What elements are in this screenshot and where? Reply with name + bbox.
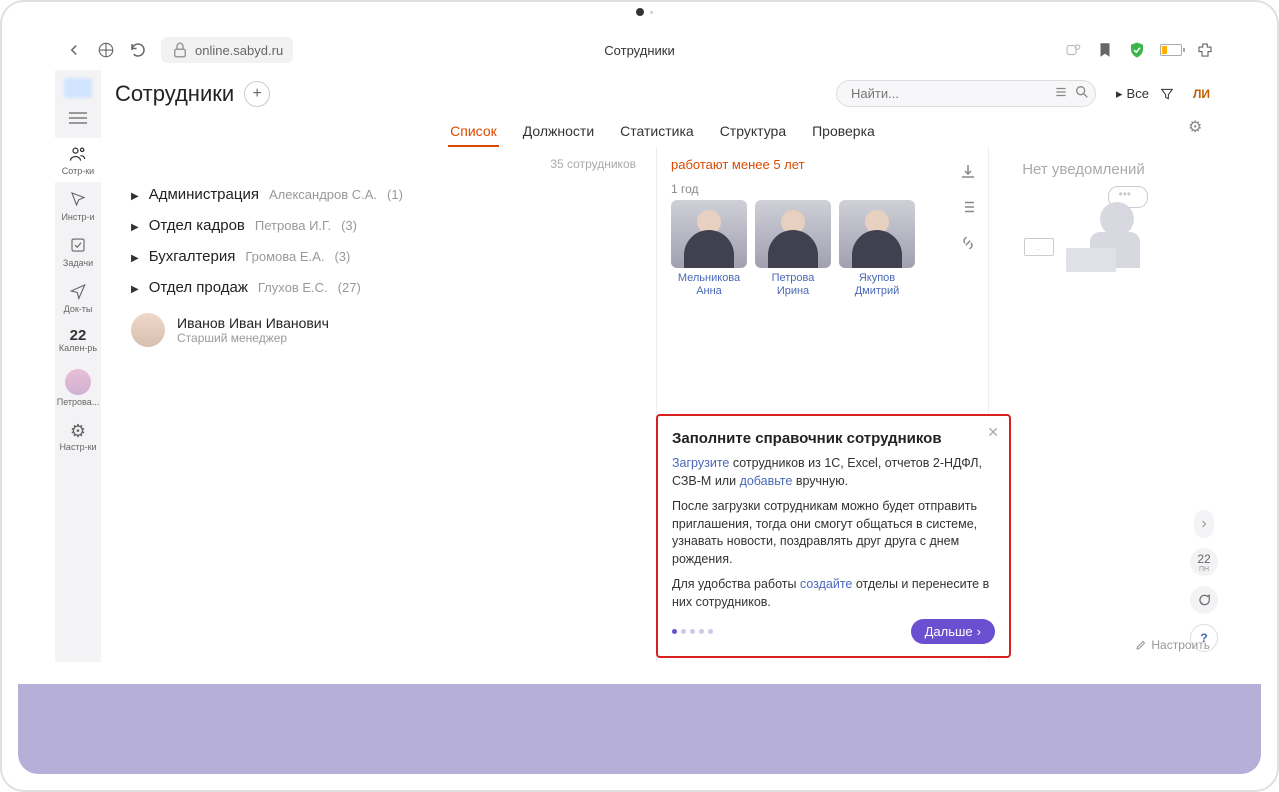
browser-home-icon[interactable] <box>97 41 115 59</box>
employee-card[interactable]: Мельникова Анна <box>671 200 747 298</box>
sidebar-label: Док-ты <box>64 304 93 314</box>
sidebar-item-tools[interactable]: Инстр-и <box>55 184 101 228</box>
filter-all[interactable]: ▸ Bce <box>1116 86 1149 102</box>
employee-name: Якупов Дмитрий <box>839 272 915 298</box>
tab-positions[interactable]: Должности <box>521 117 596 147</box>
dept-row[interactable]: ▶Отдел продажГлухов Е.С.(27) <box>131 272 636 303</box>
employee-count: 35 сотрудников <box>131 157 636 171</box>
employee-name: Петрова Ирина <box>755 272 831 298</box>
url-text: online.sabyd.ru <box>195 43 283 58</box>
popover-title: Заполните справочник сотрудников <box>672 430 995 447</box>
onboarding-popover: ✕ Заполните справочник сотрудников Загру… <box>656 414 1011 658</box>
pencil-icon <box>1135 639 1147 651</box>
settings-gear-icon[interactable]: ⚙ <box>1188 117 1210 139</box>
photo <box>755 200 831 268</box>
link-create[interactable]: создайте <box>800 577 852 591</box>
employee-card[interactable]: Петрова Ирина <box>755 200 831 298</box>
photo <box>839 200 915 268</box>
sidebar-item-employees[interactable]: Сотр-ки <box>55 138 101 182</box>
close-icon[interactable]: ✕ <box>987 424 999 441</box>
chevron-right-icon: ▶ <box>131 253 139 264</box>
dock-chat-icon[interactable] <box>1190 586 1218 614</box>
tabs: Список Должности Статистика Структура Пр… <box>101 113 1224 147</box>
dock-calendar[interactable]: 22ПН <box>1190 548 1218 576</box>
tab-structure[interactable]: Структура <box>718 117 788 147</box>
guard-off-icon[interactable] <box>1064 41 1082 59</box>
avatar <box>131 313 165 347</box>
back-icon[interactable] <box>65 41 83 59</box>
tab-title: Сотрудники <box>604 43 674 58</box>
link-add[interactable]: добавьте <box>740 474 793 488</box>
calendar-num: 22 <box>70 327 87 344</box>
settings-link[interactable]: Настроить <box>1135 638 1210 652</box>
funnel-icon[interactable] <box>1159 86 1175 102</box>
tab-list[interactable]: Список <box>448 117 499 147</box>
popover-body: Загрузите сотрудников из 1С, Excel, отче… <box>672 455 995 611</box>
avatar-icon <box>65 369 91 395</box>
chevron-right-icon: ▶ <box>131 191 139 202</box>
person-role: Старший менеджер <box>177 331 329 345</box>
list-view-icon[interactable] <box>1054 85 1068 99</box>
person-row[interactable]: Иванов Иван Иванович Старший менеджер <box>131 313 636 347</box>
app-logo[interactable] <box>64 78 92 98</box>
side-year: 1 год <box>671 182 934 196</box>
menu-icon[interactable] <box>69 112 87 124</box>
page-title: Сотрудники <box>115 81 234 107</box>
next-button[interactable]: Дальше › <box>911 619 995 644</box>
dept-row[interactable]: ▶Отдел кадровПетрова И.Г.(3) <box>131 210 636 241</box>
expand-icon[interactable]: › <box>1194 510 1214 538</box>
monitor-stand <box>18 684 1261 774</box>
dept-row[interactable]: ▶АдминистрацияАлександров С.А.(1) <box>131 179 636 210</box>
url-box[interactable]: online.sabyd.ru <box>161 37 293 63</box>
notifications-panel: Нет уведомлений › 22ПН ? Настроить <box>988 147 1178 662</box>
departments-list: 35 сотрудников ▶АдминистрацияАлександров… <box>101 147 656 662</box>
sidebar-label: Петрова... <box>57 397 100 407</box>
download-icon[interactable] <box>958 161 978 181</box>
shield-icon[interactable] <box>1128 41 1146 59</box>
person-name: Иванов Иван Иванович <box>177 315 329 331</box>
battery-icon <box>1160 44 1182 56</box>
employee-card[interactable]: Якупов Дмитрий <box>839 200 915 298</box>
notif-title: Нет уведомлений <box>1003 161 1164 178</box>
sidebar-label: Задачи <box>63 258 93 268</box>
sidebar-label: Настр-ки <box>59 442 96 452</box>
header: Сотрудники + ▸ Bce ЛИ <box>101 70 1224 113</box>
tab-check[interactable]: Проверка <box>810 117 877 147</box>
tab-stats[interactable]: Статистика <box>618 117 696 147</box>
check-icon <box>55 236 101 258</box>
bookmark-icon[interactable] <box>1096 41 1114 59</box>
list-icon[interactable] <box>958 197 978 217</box>
app-sidebar: Сотр-ки Инстр-и Задачи Док-ты 22 Кален-р… <box>55 70 101 662</box>
link-icon[interactable] <box>958 233 978 253</box>
gear-icon: ⚙ <box>70 421 86 441</box>
photo <box>671 200 747 268</box>
sidebar-item-settings[interactable]: ⚙ Настр-ки <box>55 415 101 458</box>
dept-row[interactable]: ▶БухгалтерияГромова Е.А.(3) <box>131 241 636 272</box>
people-icon <box>55 144 101 166</box>
sidebar-item-docs[interactable]: Док-ты <box>55 276 101 320</box>
sidebar-label: Сотр-ки <box>62 166 94 176</box>
notif-illustration <box>1024 188 1144 278</box>
side-title: работают менее 5 лет <box>671 157 934 172</box>
employee-name: Мельникова Анна <box>671 272 747 298</box>
step-dots <box>672 629 713 634</box>
add-button[interactable]: + <box>244 81 270 107</box>
search-icon[interactable] <box>1074 84 1090 100</box>
cursor-icon <box>55 190 101 212</box>
reload-icon[interactable] <box>129 41 147 59</box>
sidebar-item-tasks[interactable]: Задачи <box>55 230 101 274</box>
link-upload[interactable]: Загрузите <box>672 456 729 470</box>
extension-icon[interactable] <box>1196 41 1214 59</box>
sidebar-item-user[interactable]: Петрова... <box>55 361 101 413</box>
sidebar-label: Инстр-и <box>61 212 94 222</box>
send-icon <box>55 282 101 304</box>
right-dock: › 22ПН ? <box>1184 510 1224 652</box>
lock-icon <box>171 41 189 59</box>
chevron-right-icon: ▶ <box>131 222 139 233</box>
user-initials[interactable]: ЛИ <box>1193 87 1210 101</box>
chevron-right-icon: ▶ <box>131 284 139 295</box>
sidebar-item-calendar[interactable]: 22 Кален-рь <box>55 322 101 359</box>
sidebar-label: Кален-рь <box>59 343 97 353</box>
